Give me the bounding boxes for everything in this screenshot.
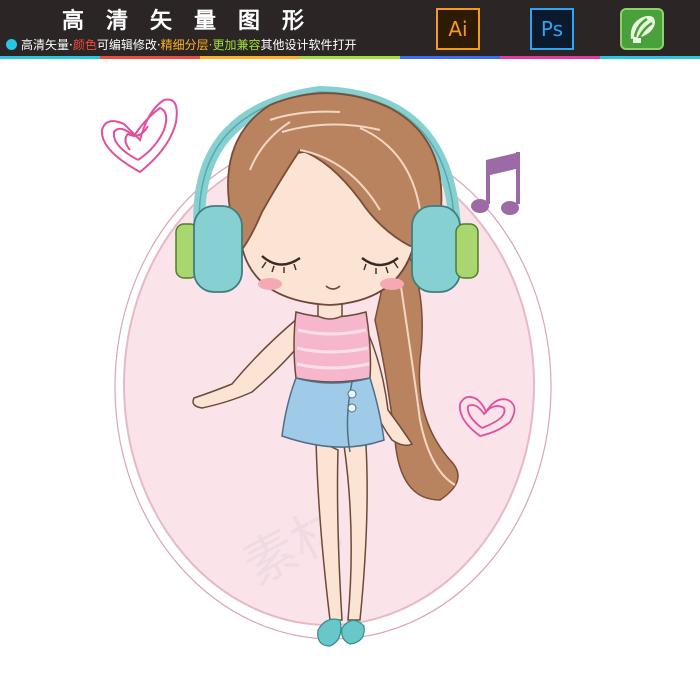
blue-skirt xyxy=(281,377,385,448)
left-cheek xyxy=(258,278,282,290)
corel-balloon-icon xyxy=(630,15,655,43)
photoshop-icon: Ps xyxy=(530,8,574,50)
banner-title: 高清矢量图形 xyxy=(62,9,327,34)
right-cheek xyxy=(380,278,404,290)
subtitle-seg-6: 其他设计软件打开 xyxy=(260,38,357,52)
girl-illustration: 素材 素材 xyxy=(100,85,552,647)
shoe-right xyxy=(341,619,365,645)
subtitle-seg-1: 高清矢量· xyxy=(21,38,73,52)
bullet-dot-icon xyxy=(6,39,17,50)
subtitle-seg-5: 更加兼容 xyxy=(212,38,261,52)
illustrator-icon: Ai xyxy=(436,8,480,50)
pink-top xyxy=(293,311,372,383)
subtitle-seg-3: 可编辑修改· xyxy=(96,38,161,52)
corel-draw-icon xyxy=(620,8,664,50)
banner-subtitle: 高清矢量·颜色可编辑修改·精细分层·更加兼容其他设计软件打开 xyxy=(6,36,357,53)
subtitle-seg-4: 精细分层· xyxy=(160,38,213,52)
heart-doodle-left-icon xyxy=(100,98,178,174)
music-note-icon xyxy=(471,152,520,215)
header-banner: 高清矢量图形 高清矢量·颜色可编辑修改·精细分层·更加兼容其他设计软件打开 Ai… xyxy=(0,0,700,58)
subtitle-seg-2: 颜色 xyxy=(72,38,97,52)
